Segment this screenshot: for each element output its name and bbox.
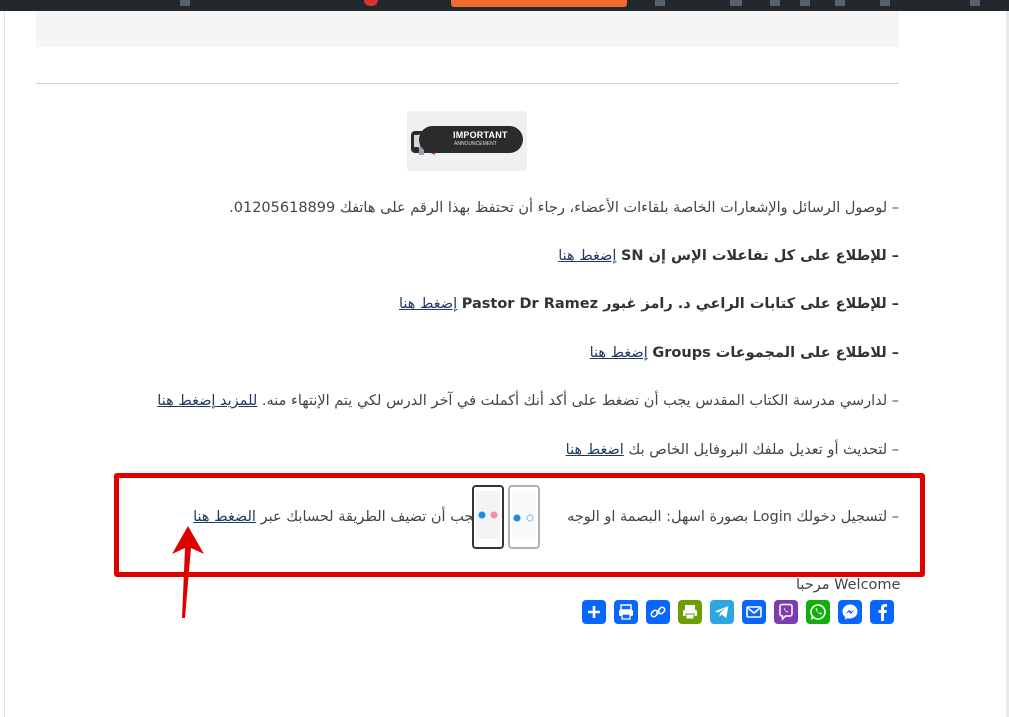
profile-update-text: – لتحديث أو تعديل ملفك البروفايل الخاص ب… [628,442,899,458]
line-groups: – للاطلاع على المجموعات Groups إضغط هنا [590,340,899,366]
line-pastor-writings: – للإطلاع على كتابات الراعي د. رامز غبور… [399,291,899,317]
red-arrow-annotation [172,526,204,618]
admin-bar-item[interactable] [970,0,980,6]
telegram-icon [714,606,729,618]
announcement-subtitle: ANNOUNCEMENT [454,141,497,147]
email-icon [746,606,762,618]
share-more-share-button[interactable] [582,600,606,624]
printfriendly-share-button[interactable] [678,600,702,624]
facebook-share-button[interactable] [870,600,894,624]
announcement-title: IMPORTANT [453,130,508,140]
whatsapp-share-button[interactable] [806,600,830,624]
admin-bar [0,0,1009,11]
bible-school-more-link[interactable]: للمزيد إضغط هنا [157,393,257,409]
notification-badge[interactable] [364,0,378,6]
welcome-text: Welcome مرحبا [796,577,901,593]
admin-bar-item[interactable] [770,0,780,6]
admin-bar-item[interactable] [180,0,190,6]
divider [36,83,899,84]
admin-bar-item[interactable] [730,0,742,6]
sn-interactions-link[interactable]: إضغط هنا [558,248,616,264]
messenger-share-button[interactable] [838,600,862,624]
biometric-login-text: – لتسجيل دخولك Login بصورة اسهل: البصمة … [567,509,899,525]
important-announcement-image: IMPORTANT ANNOUNCEMENT [407,111,527,171]
groups-text: – للاطلاع على المجموعات Groups [652,345,899,361]
profile-update-link[interactable]: اضغط هنا [566,442,624,458]
bible-school-text: – لدارسي مدرسة الكتاب المقدس يجب أن تضغط… [261,393,899,409]
printfriendly-icon [683,605,697,620]
share-buttons [582,600,894,624]
viber-icon [779,603,793,621]
line-profile-update: – لتحديث أو تعديل ملفك البروفايل الخاص ب… [566,437,899,463]
messenger-icon [842,604,858,620]
admin-bar-item[interactable] [800,0,810,6]
share-more-icon [588,606,600,618]
left-border [4,11,5,717]
telegram-share-button[interactable] [710,600,734,624]
sms-notice-text: – لوصول الرسائل والإشعارات الخاصة بلقاءا… [229,200,899,216]
viber-share-button[interactable] [774,600,798,624]
biometric-method-text: يجب أن تضيف الطريقة لحسابك عبر [260,509,478,525]
phones-illustration [472,485,540,549]
line-sn-interactions: – للإطلاع على كل تفاعلات الإس إن SN إضغط… [558,243,899,269]
line-sms-notice: – لوصول الرسائل والإشعارات الخاصة بلقاءا… [229,195,899,221]
admin-bar-item[interactable] [880,0,890,6]
admin-bar-highlight-button[interactable] [451,0,627,7]
facebook-icon [878,604,887,621]
announcement-pill: IMPORTANT ANNOUNCEMENT [419,126,523,153]
email-share-button[interactable] [742,600,766,624]
whatsapp-icon [810,604,826,620]
copy-link-share-button[interactable] [646,600,670,624]
pastor-writings-text: – للإطلاع على كتابات الراعي د. رامز غبور… [461,296,899,312]
admin-bar-item[interactable] [835,0,845,6]
line-bible-school: – لدارسي مدرسة الكتاب المقدس يجب أن تضغط… [157,388,899,414]
sn-interactions-text: – للإطلاع على كل تفاعلات الإس إن SN [620,248,899,264]
admin-bar-item[interactable] [655,0,665,6]
copy-link-icon [650,606,666,618]
line-biometric-login: – لتسجيل دخولك Login بصورة اسهل: البصمة … [193,504,899,530]
groups-link[interactable]: إضغط هنا [590,345,648,361]
print-icon [619,604,633,620]
print-share-button[interactable] [614,600,638,624]
pastor-writings-link[interactable]: إضغط هنا [399,296,457,312]
content-box [36,11,899,47]
